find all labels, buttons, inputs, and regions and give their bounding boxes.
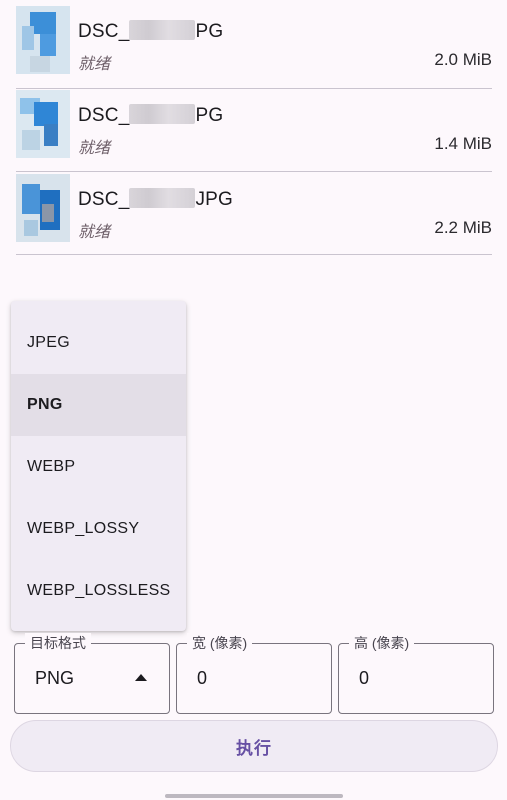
menu-item-jpeg[interactable]: JPEG <box>11 312 186 374</box>
image-thumbnail <box>16 90 70 158</box>
file-name: DSC_ PG <box>78 104 224 126</box>
width-field[interactable]: 宽 (像素) 0 <box>176 633 332 714</box>
redacted-name-part <box>129 20 196 40</box>
target-format-label: 目标格式 <box>25 633 91 653</box>
gesture-nav-handle[interactable] <box>165 794 343 798</box>
file-row[interactable]: DSC_ PG 就绪 1.4 MiB <box>16 84 492 168</box>
image-thumbnail <box>16 174 70 242</box>
width-value[interactable]: 0 <box>197 668 207 689</box>
width-label: 宽 (像素) <box>187 633 253 653</box>
divider <box>16 254 492 255</box>
target-format-value: PNG <box>35 668 75 688</box>
file-status: 就绪 <box>78 224 111 241</box>
file-size: 1.4 MiB <box>434 134 492 153</box>
file-name: DSC_ JPG <box>78 188 234 210</box>
height-value[interactable]: 0 <box>359 668 369 689</box>
menu-item-webp-lossy[interactable]: WEBP_LOSSY <box>11 498 186 560</box>
menu-item-png[interactable]: PNG <box>11 374 186 436</box>
redacted-name-part <box>129 104 196 124</box>
format-dropdown-menu: JPEG PNG WEBP WEBP_LOSSY WEBP_LOSSLESS <box>11 301 186 631</box>
menu-item-webp[interactable]: WEBP <box>11 436 186 498</box>
height-field[interactable]: 高 (像素) 0 <box>338 633 494 714</box>
file-size: 2.0 MiB <box>434 50 492 69</box>
execute-button[interactable]: 执行 <box>10 720 498 772</box>
file-name: DSC_ PG <box>78 20 224 42</box>
image-thumbnail <box>16 6 70 74</box>
height-label: 高 (像素) <box>349 633 415 653</box>
file-row[interactable]: DSC_ JPG 就绪 2.2 MiB <box>16 168 492 252</box>
caret-up-icon[interactable] <box>135 674 147 681</box>
file-status: 就绪 <box>78 56 111 73</box>
file-status: 就绪 <box>78 140 111 157</box>
redacted-name-part <box>129 188 196 208</box>
file-row[interactable]: DSC_ PG 就绪 2.0 MiB <box>16 0 492 84</box>
target-format-select[interactable]: 目标格式 PNG <box>14 633 170 714</box>
menu-item-webp-lossless[interactable]: WEBP_LOSSLESS <box>11 560 186 622</box>
file-size: 2.2 MiB <box>434 218 492 237</box>
